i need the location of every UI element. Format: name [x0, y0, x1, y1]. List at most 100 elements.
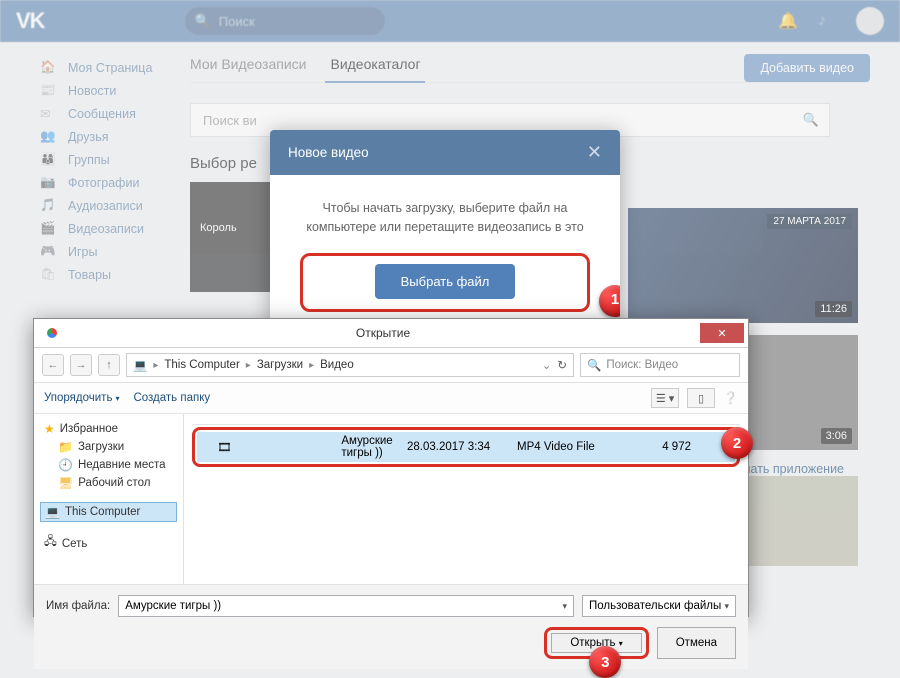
tree-favorites[interactable]: ★Избранное [40, 420, 177, 438]
sidebar-item-friends[interactable]: 👥Друзья [40, 125, 180, 148]
sidebar-item-videos[interactable]: 🎬Видеозаписи [40, 217, 180, 240]
pc-icon: 💻 [133, 358, 147, 372]
cancel-button[interactable]: Отмена [657, 627, 736, 659]
modal-header: Новое видео ✕ [270, 130, 620, 175]
mail-icon: ✉ [40, 106, 58, 121]
tree-downloads[interactable]: 📁Загрузки [40, 438, 177, 456]
sidebar-item-label: Игры [68, 245, 97, 259]
music-icon[interactable]: ♪ [818, 12, 826, 30]
callout-highlight-2: 🎞Амурские тигры )) 28.03.2017 3:34 MP4 V… [192, 427, 740, 467]
video-thumb[interactable]: 27 МАРТА 2017 11:26 [628, 208, 858, 323]
view-mode-button[interactable]: ☰ ▾ [651, 388, 679, 408]
chrome-icon [44, 325, 60, 341]
chevron-down-icon[interactable]: ▾ [562, 601, 567, 612]
filename-label: Имя файла: [46, 600, 110, 612]
tree-desktop[interactable]: 🖥Рабочий стол [40, 474, 177, 492]
nav-forward-button[interactable]: → [70, 354, 92, 376]
tree-label: Сеть [62, 538, 88, 550]
dialog-search-input[interactable]: 🔍 Поиск: Видео [580, 353, 740, 377]
header-search[interactable]: 🔍 Поиск [185, 7, 385, 35]
callout-badge-3: 3 [589, 646, 621, 678]
chevron-down-icon[interactable]: ⌄ [542, 358, 552, 372]
bell-icon[interactable]: 🔔 [778, 11, 798, 31]
user-avatar[interactable] [856, 7, 884, 35]
news-icon: 📰 [40, 83, 58, 98]
new-folder-button[interactable]: Создать папку [133, 392, 210, 404]
sidebar-item-market[interactable]: 🛍Товары [40, 263, 180, 286]
breadcrumb-part[interactable]: This Computer [164, 359, 239, 371]
modal-body: Чтобы начать загрузку, выберите файл на … [270, 175, 620, 342]
file-size-cell: 4 972 [627, 441, 697, 453]
thumb-date: 27 МАРТА 2017 [767, 214, 852, 229]
callout-highlight-1: Выбрать файл 1 [300, 253, 590, 312]
chevron-down-icon[interactable]: ▾ [724, 601, 729, 612]
home-icon: 🏠 [40, 60, 58, 75]
recent-icon: 🕘 [58, 458, 73, 472]
chevron-right-icon: ▸ [153, 360, 158, 371]
file-list: 🎞Амурские тигры )) 28.03.2017 3:34 MP4 V… [184, 414, 748, 584]
chevron-right-icon: ▸ [309, 360, 314, 371]
callout-badge-2: 2 [721, 427, 753, 459]
market-icon: 🛍 [40, 267, 58, 282]
dialog-bottom: Имя файла: Амурские тигры )) ▾ Пользоват… [34, 584, 748, 627]
breadcrumb[interactable]: 💻 ▸ This Computer ▸ Загрузки ▸ Видео ⌄ ↻ [126, 353, 574, 377]
vk-logo: VK [16, 8, 45, 34]
sidebar-item-label: Аудиозаписи [68, 199, 143, 213]
nav-back-button[interactable]: ← [42, 354, 64, 376]
sidebar-item-news[interactable]: 📰 Новости [40, 79, 180, 102]
callout-badge-1: 1 [599, 285, 620, 317]
filename-input[interactable]: Амурские тигры )) ▾ [118, 595, 574, 617]
close-icon[interactable]: ✕ [587, 142, 602, 163]
chevron-right-icon: ▸ [246, 360, 251, 371]
sidebar-item-label: Группы [68, 153, 110, 167]
file-row[interactable]: 🎞Амурские тигры )) 28.03.2017 3:34 MP4 V… [197, 432, 735, 462]
video-icon: 🎬 [40, 221, 58, 236]
sidebar-item-label: Новости [68, 84, 116, 98]
tab-video-catalog[interactable]: Видеокаталог [330, 56, 420, 72]
sidebar-item-photos[interactable]: 📷Фотографии [40, 171, 180, 194]
tree-label: Загрузки [78, 441, 124, 453]
sidebar-item-messages[interactable]: ✉Сообщения [40, 102, 180, 125]
pc-icon: 💻 [45, 505, 60, 519]
modal-text: Чтобы начать загрузку, выберите файл на … [300, 199, 590, 237]
tab-my-videos[interactable]: Мои Видеозаписи [190, 56, 306, 72]
tree-this-computer[interactable]: 💻This Computer [40, 502, 177, 522]
sidebar-item-audio[interactable]: 🎵Аудиозаписи [40, 194, 180, 217]
games-icon: 🎮 [40, 244, 58, 259]
column-headers[interactable] [192, 418, 740, 425]
thumb-caption: Король [200, 222, 237, 234]
breadcrumb-part[interactable]: Видео [320, 359, 354, 371]
tabs: Мои Видеозаписи Видеокаталог Добавить ви… [190, 56, 870, 83]
search-placeholder-text: Поиск ви [203, 113, 257, 128]
help-icon[interactable]: ❔ [723, 391, 738, 405]
sidebar-item-games[interactable]: 🎮 Игры [40, 240, 180, 263]
tree-recent[interactable]: 🕘Недавние места [40, 456, 177, 474]
search-placeholder: Поиск: Видео [606, 359, 678, 371]
sidebar-item-groups[interactable]: 👨‍👩‍👦Группы [40, 148, 180, 171]
add-video-button[interactable]: Добавить видео [744, 54, 870, 82]
dialog-buttons: Открыть ▾ 3 Отмена [34, 627, 748, 669]
organize-menu[interactable]: Упорядочить▾ [44, 392, 119, 404]
close-icon[interactable]: ✕ [700, 323, 744, 343]
tree-label: Избранное [60, 423, 118, 435]
file-name-cell: 🎞Амурские тигры )) [197, 435, 407, 459]
filter-dropdown[interactable]: Пользовательски файлы ▾ [582, 595, 736, 617]
breadcrumb-part[interactable]: Загрузки [257, 359, 303, 371]
dialog-title: Открытие [66, 326, 700, 340]
desktop-icon: 🖥 [58, 476, 73, 490]
preview-pane-button[interactable]: ▯ [687, 388, 715, 408]
refresh-icon[interactable]: ↻ [557, 358, 567, 372]
tree-network[interactable]: 🖧Сеть [40, 532, 177, 555]
file-icon: 🎞 [207, 440, 336, 454]
dialog-titlebar: Открытие ✕ [34, 319, 748, 348]
nav-up-button[interactable]: ↑ [98, 354, 120, 376]
modal-title: Новое видео [288, 145, 369, 160]
choose-file-button[interactable]: Выбрать файл [375, 264, 516, 299]
thumb-duration: 3:06 [821, 428, 852, 444]
friends-icon: 👥 [40, 129, 58, 144]
folder-tree: ★Избранное 📁Загрузки 🕘Недавние места 🖥Ра… [34, 414, 184, 584]
dialog-body: ★Избранное 📁Загрузки 🕘Недавние места 🖥Ра… [34, 414, 748, 584]
sidebar-item-profile[interactable]: 🏠Моя Страница [40, 56, 180, 79]
dialog-toolbar-secondary: Упорядочить▾ Создать папку ☰ ▾ ▯ ❔ [34, 383, 748, 414]
search-icon[interactable]: 🔍 [803, 112, 819, 128]
